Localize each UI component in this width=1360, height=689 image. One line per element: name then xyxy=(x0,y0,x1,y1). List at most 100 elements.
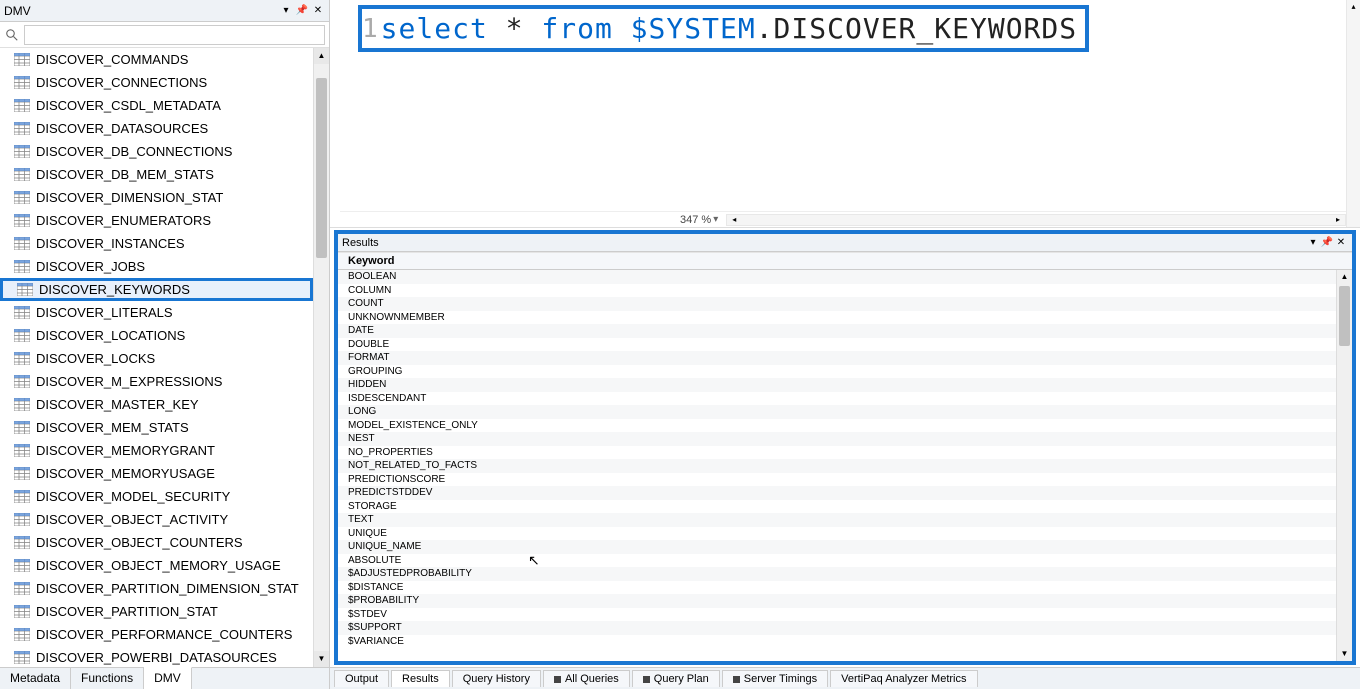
table-row[interactable]: DATE xyxy=(338,324,1336,338)
hscroll-right-icon[interactable]: ▸ xyxy=(1331,215,1345,225)
bottom-tab-all-queries[interactable]: All Queries xyxy=(543,670,630,687)
table-row[interactable]: PREDICTSTDDEV xyxy=(338,486,1336,500)
table-row[interactable]: UNKNOWNMEMBER xyxy=(338,311,1336,325)
table-row[interactable]: ABSOLUTE xyxy=(338,554,1336,568)
editor-scroll-up-icon[interactable]: ▴ xyxy=(1347,0,1360,14)
editor-hscrollbar[interactable]: ◂ ▸ xyxy=(726,214,1346,226)
dmv-item-discover_partition_dimension_stat[interactable]: DISCOVER_PARTITION_DIMENSION_STAT xyxy=(0,577,313,600)
scroll-thumb[interactable] xyxy=(316,78,327,258)
table-row[interactable]: $PROBABILITY xyxy=(338,594,1336,608)
grid-scroll-up-icon[interactable]: ▲ xyxy=(1337,270,1352,284)
dmv-item-discover_memoryusage[interactable]: DISCOVER_MEMORYUSAGE xyxy=(0,462,313,485)
dmv-item-label: DISCOVER_INSTANCES xyxy=(36,236,185,251)
scroll-up-icon[interactable]: ▲ xyxy=(314,48,329,64)
table-icon xyxy=(14,329,30,343)
dmv-item-discover_locks[interactable]: DISCOVER_LOCKS xyxy=(0,347,313,370)
table-row[interactable]: LONG xyxy=(338,405,1336,419)
dmv-item-discover_db_connections[interactable]: DISCOVER_DB_CONNECTIONS xyxy=(0,140,313,163)
bottom-tab-output[interactable]: Output xyxy=(334,670,389,687)
table-row[interactable]: NOT_RELATED_TO_FACTS xyxy=(338,459,1336,473)
dmv-item-discover_keywords[interactable]: DISCOVER_KEYWORDS xyxy=(0,278,313,301)
results-pin-icon[interactable]: 📌 xyxy=(1320,236,1334,250)
dmv-item-label: DISCOVER_M_EXPRESSIONS xyxy=(36,374,222,389)
table-row[interactable]: MODEL_EXISTENCE_ONLY xyxy=(338,419,1336,433)
bottom-tab-vertipaq-analyzer-metrics[interactable]: VertiPaq Analyzer Metrics xyxy=(830,670,977,687)
panel-pin-icon[interactable]: 📌 xyxy=(295,4,309,18)
dmv-item-discover_instances[interactable]: DISCOVER_INSTANCES xyxy=(0,232,313,255)
editor-vscrollbar[interactable]: ▴ xyxy=(1346,0,1360,227)
dmv-item-discover_connections[interactable]: DISCOVER_CONNECTIONS xyxy=(0,71,313,94)
keyword-cell: COLUMN xyxy=(348,285,391,296)
dmv-item-discover_m_expressions[interactable]: DISCOVER_M_EXPRESSIONS xyxy=(0,370,313,393)
keyword-cell: UNKNOWNMEMBER xyxy=(348,312,445,323)
left-tab-functions[interactable]: Functions xyxy=(71,668,144,689)
dmv-item-discover_memorygrant[interactable]: DISCOVER_MEMORYGRANT xyxy=(0,439,313,462)
table-row[interactable]: FORMAT xyxy=(338,351,1336,365)
left-tab-dmv[interactable]: DMV xyxy=(144,667,192,689)
dmv-item-label: DISCOVER_MEMORYUSAGE xyxy=(36,466,215,481)
dmv-item-discover_literals[interactable]: DISCOVER_LITERALS xyxy=(0,301,313,324)
dmv-item-discover_mem_stats[interactable]: DISCOVER_MEM_STATS xyxy=(0,416,313,439)
table-row[interactable]: UNIQUE_NAME xyxy=(338,540,1336,554)
dmv-item-discover_object_counters[interactable]: DISCOVER_OBJECT_COUNTERS xyxy=(0,531,313,554)
dmv-item-discover_datasources[interactable]: DISCOVER_DATASOURCES xyxy=(0,117,313,140)
keyword-cell: $ADJUSTEDPROBABILITY xyxy=(348,568,472,579)
grid-scrollbar[interactable]: ▲ ▼ xyxy=(1336,270,1352,661)
dmv-item-discover_object_memory_usage[interactable]: DISCOVER_OBJECT_MEMORY_USAGE xyxy=(0,554,313,577)
table-row[interactable]: NO_PROPERTIES xyxy=(338,446,1336,460)
table-row[interactable]: GROUPING xyxy=(338,365,1336,379)
dmv-item-label: DISCOVER_MODEL_SECURITY xyxy=(36,489,230,504)
scroll-down-icon[interactable]: ▼ xyxy=(314,651,329,667)
bottom-tab-server-timings[interactable]: Server Timings xyxy=(722,670,828,687)
grid-scroll-down-icon[interactable]: ▼ xyxy=(1337,647,1352,661)
table-row[interactable]: $ADJUSTEDPROBABILITY xyxy=(338,567,1336,581)
dmv-item-discover_csdl_metadata[interactable]: DISCOVER_CSDL_METADATA xyxy=(0,94,313,117)
table-row[interactable]: BOOLEAN xyxy=(338,270,1336,284)
panel-dropdown-icon[interactable]: ▾ xyxy=(279,4,293,18)
table-row[interactable]: ISDESCENDANT xyxy=(338,392,1336,406)
table-row[interactable]: $DISTANCE xyxy=(338,581,1336,595)
tree-scrollbar[interactable]: ▲ ▼ xyxy=(313,48,329,667)
keyword-cell: GROUPING xyxy=(348,366,402,377)
zoom-dropdown-icon[interactable]: ▾ xyxy=(713,214,718,225)
results-dropdown-icon[interactable]: ▾ xyxy=(1306,236,1320,250)
table-row[interactable]: DOUBLE xyxy=(338,338,1336,352)
bottom-tab-results[interactable]: Results xyxy=(391,670,450,687)
table-row[interactable]: $VARIANCE xyxy=(338,635,1336,649)
left-tab-metadata[interactable]: Metadata xyxy=(0,668,71,689)
table-row[interactable]: NEST xyxy=(338,432,1336,446)
dmv-item-discover_performance_counters[interactable]: DISCOVER_PERFORMANCE_COUNTERS xyxy=(0,623,313,646)
dmv-item-discover_powerbi_datasources[interactable]: DISCOVER_POWERBI_DATASOURCES xyxy=(0,646,313,667)
column-header-keyword[interactable]: Keyword xyxy=(338,252,1352,270)
hscroll-left-icon[interactable]: ◂ xyxy=(727,215,741,225)
dmv-item-discover_enumerators[interactable]: DISCOVER_ENUMERATORS xyxy=(0,209,313,232)
bottom-tab-query-plan[interactable]: Query Plan xyxy=(632,670,720,687)
dmv-item-discover_master_key[interactable]: DISCOVER_MASTER_KEY xyxy=(0,393,313,416)
table-row[interactable]: TEXT xyxy=(338,513,1336,527)
dmv-item-discover_jobs[interactable]: DISCOVER_JOBS xyxy=(0,255,313,278)
dmv-item-label: DISCOVER_PARTITION_STAT xyxy=(36,604,218,619)
table-row[interactable]: COUNT xyxy=(338,297,1336,311)
table-row[interactable]: $STDEV xyxy=(338,608,1336,622)
panel-close-icon[interactable]: ✕ xyxy=(311,4,325,18)
dmv-item-discover_partition_stat[interactable]: DISCOVER_PARTITION_STAT xyxy=(0,600,313,623)
dmv-item-discover_object_activity[interactable]: DISCOVER_OBJECT_ACTIVITY xyxy=(0,508,313,531)
keyword-cell: $PROBABILITY xyxy=(348,595,419,606)
dmv-item-discover_commands[interactable]: DISCOVER_COMMANDS xyxy=(0,48,313,71)
table-row[interactable]: $SUPPORT xyxy=(338,621,1336,635)
dmv-item-discover_db_mem_stats[interactable]: DISCOVER_DB_MEM_STATS xyxy=(0,163,313,186)
search-input[interactable] xyxy=(24,25,325,45)
bottom-tab-query-history[interactable]: Query History xyxy=(452,670,541,687)
dmv-item-discover_locations[interactable]: DISCOVER_LOCATIONS xyxy=(0,324,313,347)
table-row[interactable]: STORAGE xyxy=(338,500,1336,514)
dmv-item-discover_model_security[interactable]: DISCOVER_MODEL_SECURITY xyxy=(0,485,313,508)
table-row[interactable]: UNIQUE xyxy=(338,527,1336,541)
grid-scroll-thumb[interactable] xyxy=(1339,286,1350,346)
query-editor[interactable]: 1 select * from $SYSTEM.DISCOVER_KEYWORD… xyxy=(330,0,1360,228)
table-row[interactable]: HIDDEN xyxy=(338,378,1336,392)
keyword-cell: $SUPPORT xyxy=(348,622,402,633)
table-row[interactable]: COLUMN xyxy=(338,284,1336,298)
table-row[interactable]: PREDICTIONSCORE xyxy=(338,473,1336,487)
results-close-icon[interactable]: ✕ xyxy=(1334,236,1348,250)
dmv-item-discover_dimension_stat[interactable]: DISCOVER_DIMENSION_STAT xyxy=(0,186,313,209)
